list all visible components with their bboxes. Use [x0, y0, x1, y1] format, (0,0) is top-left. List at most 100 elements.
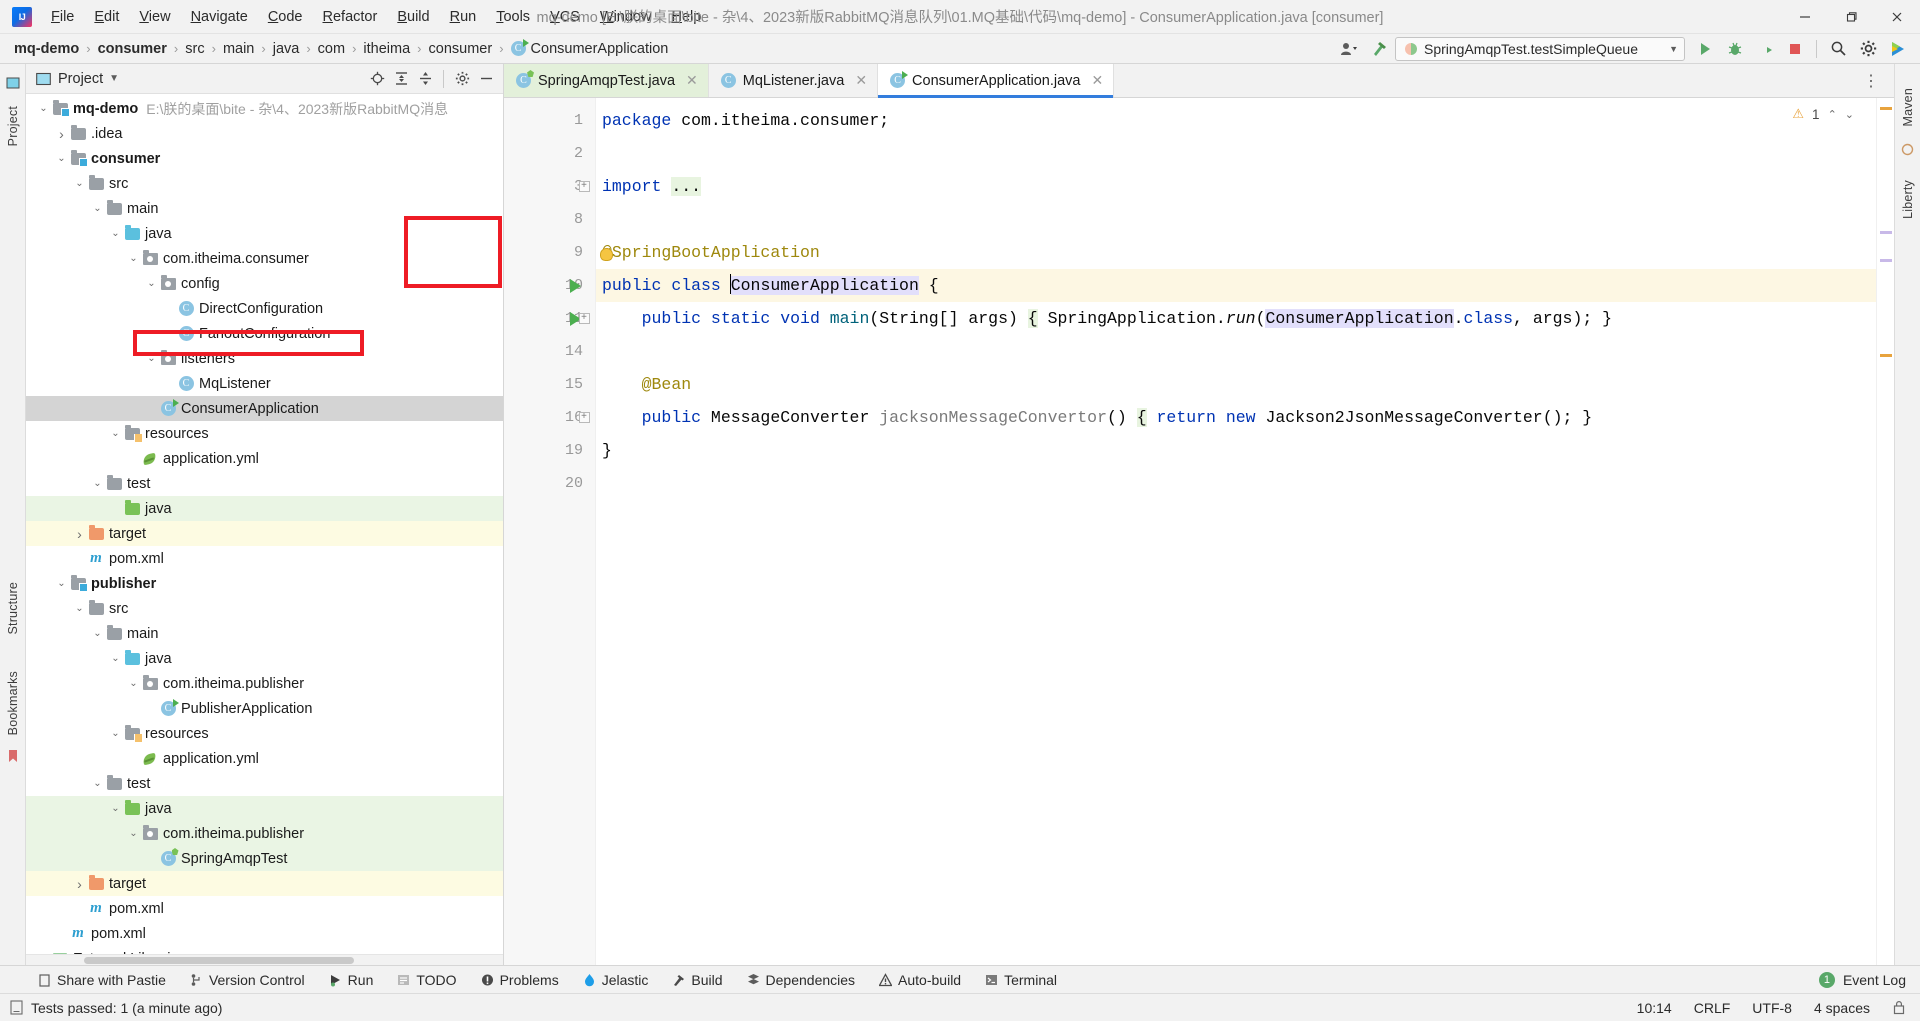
- tool-window-button-jelastic[interactable]: Jelastic: [571, 967, 661, 993]
- menu-item-view[interactable]: View: [130, 5, 179, 29]
- tree-item-publisher[interactable]: ⌄ publisher: [26, 571, 503, 596]
- tree-item-java[interactable]: ⌄ java: [26, 796, 503, 821]
- chevron-down-icon[interactable]: ⌄: [144, 353, 159, 364]
- more-tabs-icon[interactable]: ⋮: [1857, 71, 1886, 91]
- rail-tab-bookmarks[interactable]: Bookmarks: [2, 663, 24, 743]
- breadcrumb-item-main[interactable]: main: [219, 39, 258, 59]
- stripe-usage-mark[interactable]: [1880, 259, 1892, 262]
- chevron-down-icon[interactable]: ▼: [109, 73, 119, 84]
- menu-item-code[interactable]: Code: [259, 5, 312, 29]
- code-line[interactable]: package com.itheima.consumer;: [596, 104, 1894, 137]
- chevron-down-icon[interactable]: ⌄: [108, 803, 123, 814]
- menu-item-vcs[interactable]: VCS: [541, 5, 589, 29]
- chevron-right-icon[interactable]: ›: [72, 526, 87, 542]
- tool-window-button-version-control[interactable]: Version Control: [178, 967, 317, 993]
- breadcrumb-item-consumer[interactable]: consumer: [94, 39, 171, 59]
- tree-item--idea[interactable]: › .idea: [26, 121, 503, 146]
- tree-item-pom-xml[interactable]: m pom.xml: [26, 921, 503, 946]
- tree-item-test[interactable]: ⌄ test: [26, 771, 503, 796]
- editor-tab-consumerapplication-java[interactable]: C ConsumerApplication.java ✕: [878, 64, 1115, 98]
- event-log-group[interactable]: 1 Event Log: [1818, 971, 1920, 988]
- code-line[interactable]: [596, 137, 1894, 170]
- tree-item-external-libraries[interactable]: ›External Libraries: [26, 946, 503, 954]
- expand-all-icon[interactable]: [390, 68, 412, 90]
- menu-item-edit[interactable]: Edit: [85, 5, 128, 29]
- chevron-down-icon[interactable]: ⌄: [90, 203, 105, 214]
- breadcrumb-item-src[interactable]: src: [181, 39, 208, 59]
- tool-window-button-run[interactable]: Run: [317, 967, 386, 993]
- chevron-down-icon[interactable]: ⌄: [36, 103, 51, 114]
- breadcrumb-item-mq-demo[interactable]: mq-demo: [10, 39, 83, 59]
- close-tab-icon[interactable]: ✕: [855, 72, 867, 89]
- chevron-down-icon[interactable]: ⌄: [108, 728, 123, 739]
- run-icon[interactable]: [1691, 37, 1719, 61]
- chevron-down-icon[interactable]: ⌄: [108, 653, 123, 664]
- tree-item-target[interactable]: › target: [26, 871, 503, 896]
- close-tab-icon[interactable]: ✕: [1092, 72, 1104, 89]
- menu-item-window[interactable]: Window: [591, 5, 661, 29]
- tool-window-button-dependencies[interactable]: Dependencies: [735, 967, 868, 993]
- user-account-icon[interactable]: [1335, 37, 1363, 61]
- chevron-right-icon[interactable]: ›: [54, 126, 69, 142]
- code-line[interactable]: }: [596, 434, 1894, 467]
- tree-item-directconfiguration[interactable]: C DirectConfiguration: [26, 296, 503, 321]
- project-rail-icon[interactable]: [6, 76, 20, 90]
- tree-item-publisherapplication[interactable]: C PublisherApplication: [26, 696, 503, 721]
- chevron-down-icon[interactable]: ⌄: [90, 478, 105, 489]
- minimize-button[interactable]: [1782, 0, 1828, 34]
- tree-item-main[interactable]: ⌄ main: [26, 196, 503, 221]
- code-line[interactable]: public class ConsumerApplication {: [596, 269, 1894, 302]
- menu-item-file[interactable]: File: [42, 5, 83, 29]
- breadcrumb-item-java[interactable]: java: [269, 39, 304, 59]
- status-line-separator[interactable]: CRLF: [1694, 1000, 1731, 1016]
- code-line[interactable]: @SpringBootApplication: [596, 236, 1894, 269]
- hammer-build-icon[interactable]: [1365, 37, 1393, 61]
- tree-item-listeners[interactable]: ⌄ listeners: [26, 346, 503, 371]
- tree-item-config[interactable]: ⌄ config: [26, 271, 503, 296]
- tree-item-target[interactable]: › target: [26, 521, 503, 546]
- chevron-down-icon[interactable]: ⌄: [126, 253, 141, 264]
- code-line[interactable]: [596, 467, 1894, 500]
- tool-window-button-build[interactable]: Build: [660, 967, 734, 993]
- tree-item-src[interactable]: ⌄ src: [26, 596, 503, 621]
- chevron-down-icon[interactable]: ⌄: [72, 178, 87, 189]
- hide-panel-icon[interactable]: [475, 68, 497, 90]
- collapse-all-icon[interactable]: [414, 68, 436, 90]
- gutter-run-icon[interactable]: [570, 269, 583, 302]
- tool-window-button-auto-build[interactable]: Auto-build: [867, 967, 973, 993]
- scrollbar-thumb[interactable]: [84, 957, 354, 964]
- error-stripe[interactable]: [1876, 98, 1894, 965]
- code-fold-icon[interactable]: +: [578, 170, 590, 203]
- code-line[interactable]: @Bean: [596, 368, 1894, 401]
- code-line[interactable]: import ...: [596, 170, 1894, 203]
- code-fold-icon[interactable]: +: [578, 401, 590, 434]
- tool-window-button-terminal[interactable]: Terminal: [973, 967, 1069, 993]
- chevron-down-icon[interactable]: ⌄: [72, 603, 87, 614]
- tree-item-resources[interactable]: ⌄ resources: [26, 721, 503, 746]
- tree-item-com-itheima-publisher[interactable]: ⌄ com.itheima.publisher: [26, 671, 503, 696]
- tree-item-consumerapplication[interactable]: C ConsumerApplication: [26, 396, 503, 421]
- chevron-down-icon[interactable]: ⌄: [144, 278, 159, 289]
- stripe-warning-mark[interactable]: [1880, 107, 1892, 110]
- run-with-coverage-icon[interactable]: [1751, 37, 1779, 61]
- maven-rail-icon[interactable]: [1901, 143, 1914, 156]
- tree-item-java[interactable]: ⌄ java: [26, 221, 503, 246]
- tree-item-fanoutconfiguration[interactable]: C FanoutConfiguration: [26, 321, 503, 346]
- tree-item-java[interactable]: ⌄ java: [26, 646, 503, 671]
- debug-icon[interactable]: [1721, 37, 1749, 61]
- status-message[interactable]: Tests passed: 1 (a minute ago): [31, 1000, 222, 1016]
- menu-item-help[interactable]: Help: [662, 5, 710, 29]
- intention-bulb-icon[interactable]: [600, 248, 613, 261]
- chevron-down-icon[interactable]: ⌄: [126, 678, 141, 689]
- run-configuration-selector[interactable]: SpringAmqpTest.testSimpleQueue ▼: [1395, 36, 1685, 61]
- ide-helper-icon[interactable]: [1884, 37, 1912, 61]
- chevron-down-icon[interactable]: ⌄: [90, 778, 105, 789]
- menu-item-build[interactable]: Build: [388, 5, 438, 29]
- status-encoding[interactable]: UTF-8: [1752, 1000, 1792, 1016]
- inspection-widget[interactable]: ⚠ 1 ⌃ ⌄: [1792, 106, 1854, 122]
- code-line[interactable]: public static void main(String[] args) {…: [596, 302, 1894, 335]
- chevron-down-icon[interactable]: ⌄: [54, 578, 69, 589]
- chevron-down-icon[interactable]: ⌄: [1845, 108, 1854, 121]
- stripe-warning-mark[interactable]: [1880, 354, 1892, 357]
- close-button[interactable]: [1874, 0, 1920, 34]
